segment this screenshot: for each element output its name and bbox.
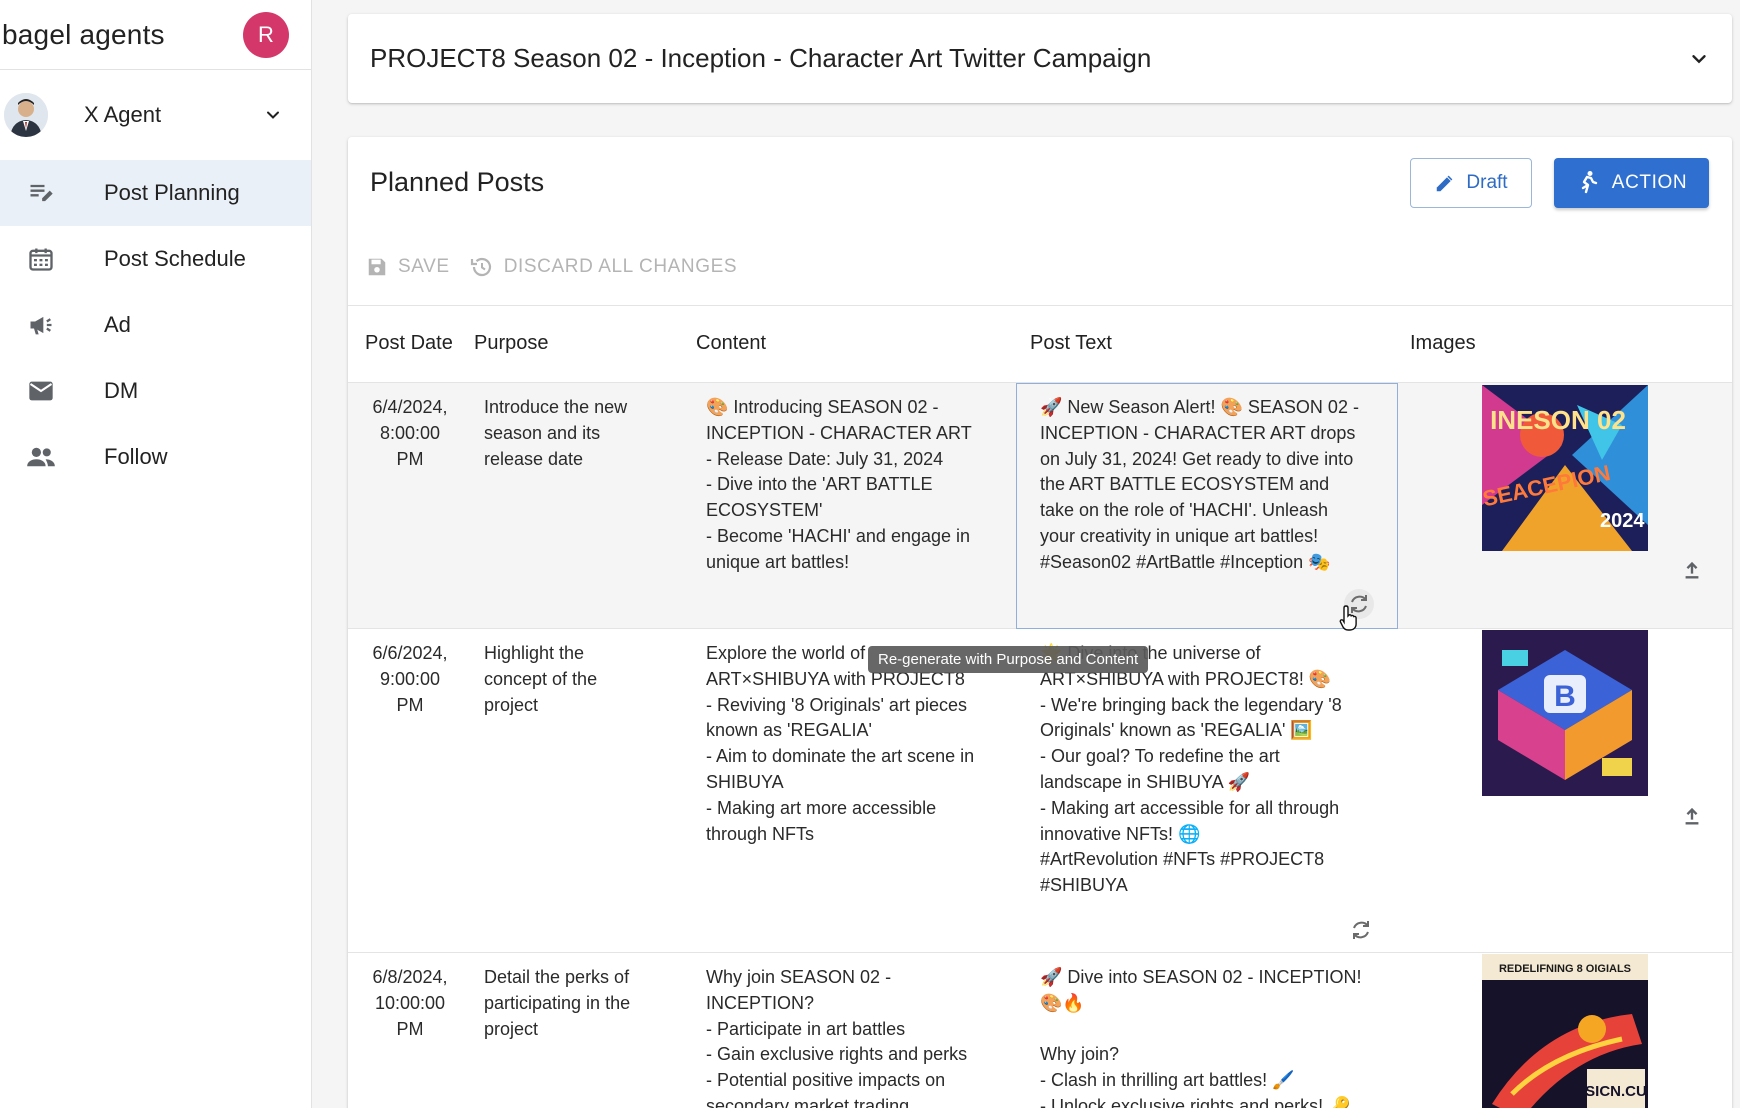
post-content[interactable]: Why join SEASON 02 - INCEPTION? - Partic…: [706, 965, 996, 1108]
sidebar-item-label: Follow: [104, 444, 168, 469]
post-date: 6/4/2024, 8:00:00 PM: [372, 397, 448, 469]
post-date: 6/6/2024, 9:00:00 PM: [372, 643, 448, 715]
post-image-thumbnail[interactable]: INESON 02 SEACEPION 2024: [1482, 385, 1648, 551]
action-button[interactable]: ACTION: [1554, 158, 1709, 208]
post-content[interactable]: 🎨 Introducing SEASON 02 - INCEPTION - CH…: [706, 395, 996, 576]
save-icon: [368, 258, 386, 276]
running-person-icon: [1581, 171, 1597, 194]
discard-label: DISCARD ALL CHANGES: [503, 256, 738, 277]
hand-cursor-icon: [1339, 605, 1357, 631]
posts-table: Post Date Purpose Content Post Text Imag…: [348, 305, 1732, 1108]
post-planning-icon: [26, 178, 56, 208]
post-text[interactable]: 🌟 Dive into the universe of ART×SHIBUYA …: [1040, 641, 1370, 899]
post-date: 6/8/2024, 10:00:00 PM: [372, 967, 448, 1039]
image-caption: REDELIFNING 8 OIGIALS: [1499, 963, 1631, 975]
sidebar-item-label: Ad: [104, 312, 131, 337]
brand-bar: bagel agents R: [0, 0, 311, 70]
sidebar-nav: Post Planning Post Schedule Ad DM Follow: [0, 160, 311, 490]
image-caption: B: [1554, 680, 1576, 713]
campaign-selector[interactable]: PROJECT8 Season 02 - Inception - Charact…: [348, 14, 1732, 103]
draft-label: Draft: [1466, 172, 1508, 193]
sidebar-item-post-planning[interactable]: Post Planning: [0, 160, 311, 226]
image-year: 2024: [1600, 510, 1645, 532]
table-header: Post Date Purpose Content Post Text Imag…: [348, 305, 1732, 383]
section-title: Planned Posts: [370, 167, 545, 197]
post-image-thumbnail[interactable]: REDELIFNING 8 OIGIALS SICN.CU: [1482, 954, 1648, 1108]
column-header[interactable]: Post Text: [1030, 332, 1112, 355]
post-purpose[interactable]: Detail the perks of participating in the…: [484, 965, 674, 1042]
chevron-down-icon[interactable]: [263, 105, 283, 125]
agent-name: X Agent: [84, 102, 162, 127]
image-subcaption: SICN.CU: [1585, 1083, 1647, 1100]
agent-selector[interactable]: X Agent: [0, 70, 311, 160]
post-text[interactable]: 🚀 Dive into SEASON 02 - INCEPTION! 🎨🔥 Wh…: [1040, 965, 1370, 1108]
table-row[interactable]: 6/4/2024, 8:00:00 PM Introduce the new s…: [348, 383, 1732, 629]
upload-icon[interactable]: [1681, 559, 1703, 581]
regenerate-icon[interactable]: [1346, 915, 1376, 945]
post-purpose[interactable]: Highlight the concept of the project: [484, 641, 674, 718]
post-purpose[interactable]: Introduce the new season and its release…: [484, 395, 674, 472]
people-icon: [26, 442, 56, 472]
save-button[interactable]: SAVE: [366, 256, 450, 278]
post-text[interactable]: 🚀 New Season Alert! 🎨 SEASON 02 - INCEPT…: [1040, 395, 1370, 576]
sidebar-item-follow[interactable]: Follow: [0, 424, 311, 490]
sidebar-item-label: Post Schedule: [104, 246, 246, 271]
sidebar-item-dm[interactable]: DM: [0, 358, 311, 424]
discard-all-changes-button[interactable]: DISCARD ALL CHANGES: [470, 255, 737, 279]
upload-icon[interactable]: [1681, 805, 1703, 827]
table-row[interactable]: 6/6/2024, 9:00:00 PM Highlight the conce…: [348, 629, 1732, 953]
action-label: ACTION: [1611, 172, 1688, 193]
post-image-thumbnail[interactable]: B: [1482, 630, 1648, 796]
mail-icon: [26, 376, 56, 406]
table-row[interactable]: 6/8/2024, 10:00:00 PM Detail the perks o…: [348, 953, 1732, 1108]
planned-posts-panel: Planned Posts Draft ACTION SAVE DISCARD …: [348, 137, 1732, 1108]
column-header[interactable]: Purpose: [474, 332, 549, 355]
regenerate-tooltip: Re-generate with Purpose and Content: [868, 646, 1149, 673]
agent-avatar: [4, 93, 48, 137]
sidebar-item-post-schedule[interactable]: Post Schedule: [0, 226, 311, 292]
column-header[interactable]: Post Date: [365, 332, 453, 355]
calendar-icon: [26, 244, 56, 274]
sidebar-item-ad[interactable]: Ad: [0, 292, 311, 358]
campaign-title: PROJECT8 Season 02 - Inception - Charact…: [370, 43, 1152, 73]
brand-name: bagel agents: [2, 18, 165, 50]
sidebar: bagel agents R X Agent Post Planning Pos…: [0, 0, 312, 1108]
sidebar-item-label: Post Planning: [104, 180, 240, 205]
column-header[interactable]: Images: [1410, 332, 1476, 355]
sidebar-item-label: DM: [104, 378, 139, 403]
history-icon: [470, 257, 491, 277]
column-header[interactable]: Content: [696, 332, 766, 355]
chevron-down-icon[interactable]: [1688, 48, 1710, 70]
edit-toolbar: SAVE DISCARD ALL CHANGES: [366, 255, 737, 279]
app-root: bagel agents R X Agent Post Planning Pos…: [0, 0, 1740, 1108]
megaphone-icon: [26, 310, 56, 340]
save-label: SAVE: [398, 256, 450, 277]
image-caption: INESON 02: [1490, 405, 1626, 435]
draft-button[interactable]: Draft: [1410, 158, 1532, 208]
pencil-icon: [1437, 175, 1453, 192]
user-avatar[interactable]: R: [243, 11, 289, 58]
